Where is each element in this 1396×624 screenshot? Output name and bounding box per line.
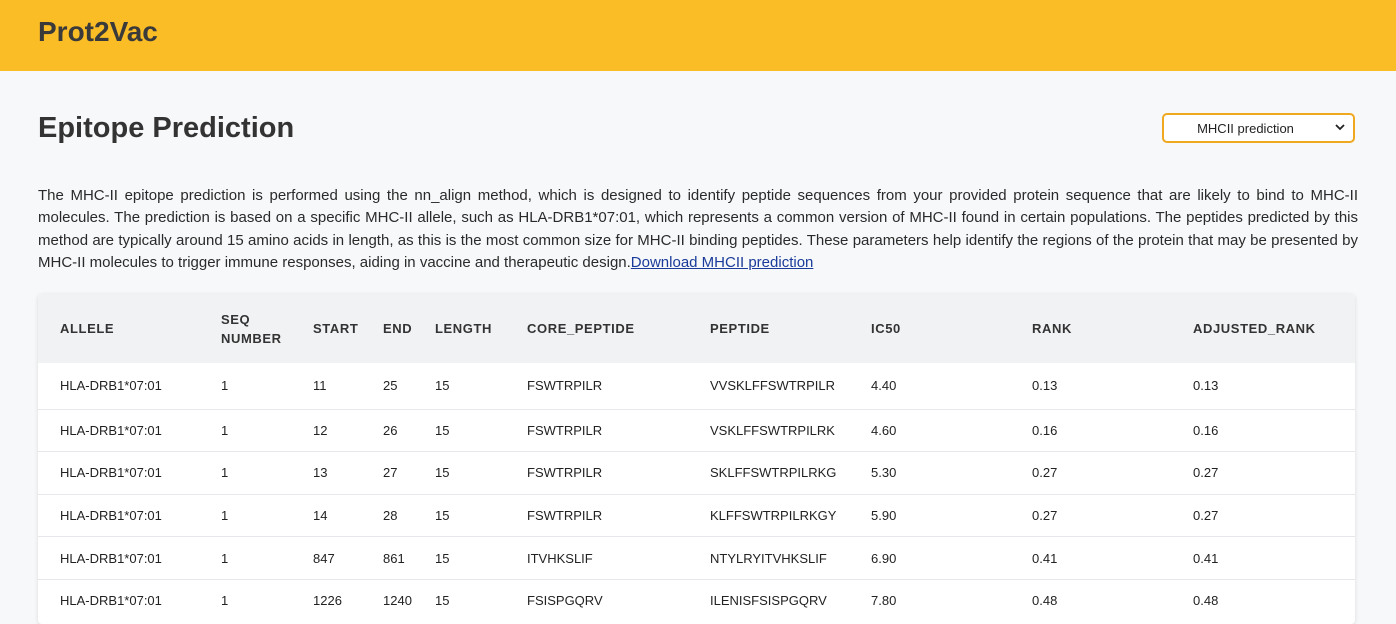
cell-end: 1240 — [383, 578, 435, 622]
cell-peptide: VSKLFFSWTRPILRK — [688, 408, 849, 452]
cell-core-peptide: FSWTRPILR — [527, 493, 688, 537]
cell-ic50: 7.80 — [849, 578, 1010, 622]
cell-core-peptide: ITVHKSLIF — [527, 536, 688, 580]
prediction-type-value: MHCII prediction — [1197, 121, 1294, 136]
cell-ic50: 5.30 — [849, 451, 1010, 495]
chevron-down-icon — [1335, 124, 1345, 131]
table-row: HLA-DRB1*07:01 1 1226 1240 15 FSISPGQRV … — [38, 578, 1355, 622]
cell-start: 847 — [291, 536, 383, 580]
cell-allele: HLA-DRB1*07:01 — [38, 536, 199, 580]
cell-seq-number: 1 — [199, 536, 291, 580]
column-header-length[interactable]: LENGTH — [435, 294, 527, 363]
cell-core-peptide: FSWTRPILR — [527, 451, 688, 495]
cell-seq-number: 1 — [199, 408, 291, 452]
column-header-start[interactable]: START — [291, 294, 383, 363]
column-header-end[interactable]: END — [383, 294, 435, 363]
cell-start: 1226 — [291, 578, 383, 622]
cell-adjusted-rank: 0.48 — [1171, 578, 1355, 622]
cell-end: 26 — [383, 408, 435, 452]
cell-end: 25 — [383, 378, 398, 394]
cell-seq-number: 1 — [199, 578, 291, 622]
column-header-ic50[interactable]: IC50 — [849, 294, 1010, 363]
column-header-core-peptide[interactable]: CORE_PEPTIDE — [527, 294, 688, 363]
app-logo-title[interactable]: Prot2Vac — [38, 16, 158, 48]
cell-seq-number: 1 — [199, 451, 291, 495]
cell-end: 27 — [383, 451, 435, 495]
cell-seq-number: 1 — [221, 378, 229, 394]
cell-allele: HLA-DRB1*07:01 — [38, 493, 199, 537]
column-header-seq-number[interactable]: SEQ NUMBER — [199, 294, 291, 363]
cell-ic50: 4.60 — [849, 408, 1010, 452]
cell-peptide: NTYLRYITVHKSLIF — [688, 536, 849, 580]
cell-start: 14 — [291, 493, 383, 537]
cell-end: 28 — [383, 493, 435, 537]
cell-adjusted-rank: 0.16 — [1171, 408, 1355, 452]
cell-peptide: SKLFFSWTRPILRKG — [688, 451, 849, 495]
column-header-adjusted-rank[interactable]: ADJUSTED_RANK — [1171, 294, 1355, 363]
cell-rank: 0.27 — [1010, 451, 1171, 495]
cell-rank: 0.41 — [1010, 536, 1171, 580]
cell-peptide: ILENISFSISPGQRV — [688, 578, 849, 622]
cell-start: 11 — [313, 378, 327, 394]
table-row: HLA-DRB1*07:01 1 14 28 15 FSWTRPILR KLFF… — [38, 493, 1355, 537]
column-header-allele[interactable]: ALLELE — [38, 294, 199, 363]
top-header: Prot2Vac — [0, 0, 1396, 71]
column-header-peptide[interactable]: PEPTIDE — [688, 294, 849, 363]
cell-start: 13 — [291, 451, 383, 495]
cell-rank: 0.27 — [1010, 493, 1171, 537]
cell-length: 15 — [435, 378, 450, 394]
cell-core-peptide: FSWTRPILR — [527, 378, 603, 394]
table-row: HLA-DRB1*07:01 1 12 26 15 FSWTRPILR VSKL… — [38, 408, 1355, 452]
cell-adjusted-rank: 0.13 — [1193, 378, 1219, 394]
cell-ic50: 5.90 — [849, 493, 1010, 537]
cell-adjusted-rank: 0.41 — [1171, 536, 1355, 580]
cell-ic50: 6.90 — [849, 536, 1010, 580]
cell-peptide: KLFFSWTRPILRKGY — [688, 493, 849, 537]
prediction-type-select[interactable]: MHCII prediction — [1162, 113, 1355, 143]
cell-allele: HLA-DRB1*07:01 — [60, 378, 162, 394]
cell-start: 12 — [291, 408, 383, 452]
cell-core-peptide: FSISPGQRV — [527, 578, 688, 622]
cell-allele: HLA-DRB1*07:01 — [38, 451, 199, 495]
cell-rank: 0.48 — [1010, 578, 1171, 622]
table-row: HLA-DRB1*07:01 1 13 27 15 FSWTRPILR SKLF… — [38, 451, 1355, 495]
cell-length: 15 — [435, 578, 527, 622]
epitope-table-card: ALLELE SEQ NUMBER START END LENGTH CORE_… — [38, 294, 1355, 624]
cell-core-peptide: FSWTRPILR — [527, 408, 688, 452]
table-row: HLA-DRB1*07:01 1 11 25 15 FSWTRPILR VVSK… — [38, 363, 1355, 409]
cell-end: 861 — [383, 536, 435, 580]
cell-ic50: 4.40 — [871, 378, 897, 394]
table-header-row: ALLELE SEQ NUMBER START END LENGTH CORE_… — [38, 294, 1355, 363]
cell-adjusted-rank: 0.27 — [1171, 451, 1355, 495]
prediction-description: The MHC-II epitope prediction is perform… — [38, 185, 1358, 275]
cell-allele: HLA-DRB1*07:01 — [38, 408, 199, 452]
cell-peptide: VVSKLFFSWTRPILR — [710, 378, 835, 394]
download-mhcii-link[interactable]: Download MHCII prediction — [631, 254, 814, 271]
column-header-rank[interactable]: RANK — [1010, 294, 1171, 363]
cell-length: 15 — [435, 493, 527, 537]
cell-length: 15 — [435, 451, 527, 495]
epitope-table: ALLELE SEQ NUMBER START END LENGTH CORE_… — [38, 294, 1355, 622]
page-title: Epitope Prediction — [38, 112, 295, 144]
table-row: HLA-DRB1*07:01 1 847 861 15 ITVHKSLIF NT… — [38, 536, 1355, 580]
cell-length: 15 — [435, 408, 527, 452]
cell-seq-number: 1 — [199, 493, 291, 537]
cell-rank: 0.16 — [1010, 408, 1171, 452]
cell-length: 15 — [435, 536, 527, 580]
cell-allele: HLA-DRB1*07:01 — [38, 578, 199, 622]
cell-rank: 0.13 — [1032, 378, 1058, 394]
cell-adjusted-rank: 0.27 — [1171, 493, 1355, 537]
